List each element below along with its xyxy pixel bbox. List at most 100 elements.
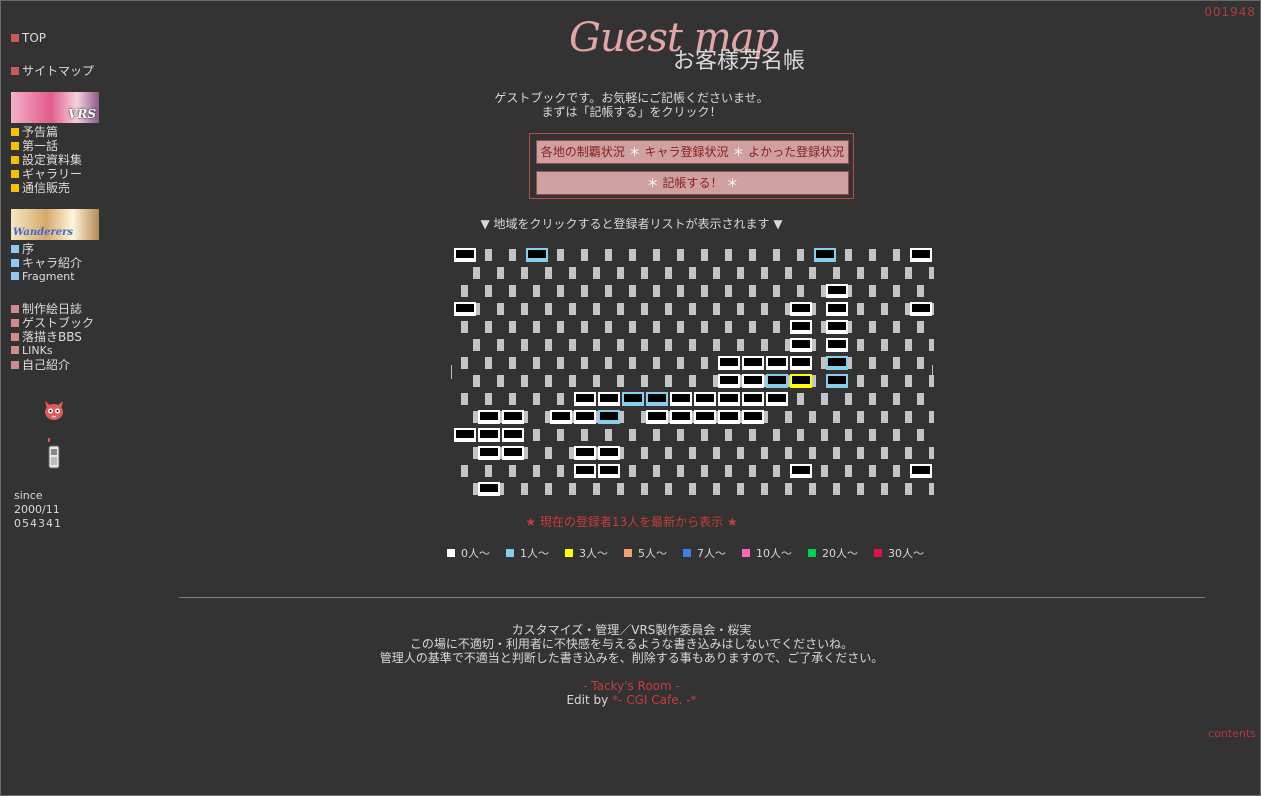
map-region-inner xyxy=(600,412,618,420)
nav-vrs-gallery[interactable]: ギャラリー xyxy=(11,167,111,181)
map-grid-cell xyxy=(809,267,816,279)
map-marker xyxy=(451,365,452,379)
nav-guestbook[interactable]: ゲストブック xyxy=(11,316,111,330)
map-grid-cell xyxy=(725,321,732,333)
contents-link[interactable]: contents xyxy=(1208,727,1256,740)
map-grid-cell xyxy=(641,339,648,351)
map-grid-cell xyxy=(833,447,840,459)
nav-top[interactable]: TOP xyxy=(11,31,111,45)
map-grid-cell xyxy=(545,447,552,459)
conquest-status-link[interactable]: 各地の制覇状況 xyxy=(541,145,625,159)
map-grid-cell xyxy=(893,465,900,477)
map-grid-cell xyxy=(533,285,540,297)
map-grid-cell xyxy=(521,267,528,279)
map-grid-cell xyxy=(653,321,660,333)
map-grid-cell xyxy=(737,447,744,459)
map-region-inner xyxy=(648,394,666,402)
character-status-link[interactable]: キャラ登録状況 xyxy=(644,145,728,159)
map-grid-cell xyxy=(749,285,756,297)
map-grid-cell xyxy=(725,429,732,441)
tackys-room-link[interactable]: - Tacky's Room - xyxy=(583,679,680,693)
map-grid-cell xyxy=(881,267,888,279)
map-grid-cell xyxy=(581,321,588,333)
map-grid-cell xyxy=(701,465,708,477)
map-grid-cell xyxy=(461,285,468,297)
map-grid-cell xyxy=(629,465,636,477)
map-grid-cell xyxy=(485,321,492,333)
legend-item: 7人〜 xyxy=(683,547,726,560)
map-grid-cell xyxy=(917,393,924,405)
map-region-inner xyxy=(912,304,930,312)
map-grid-cell xyxy=(509,465,516,477)
nav-links[interactable]: LINKs xyxy=(11,344,111,358)
map-region-inner xyxy=(720,412,738,420)
map-grid-cell xyxy=(845,393,852,405)
map-grid-cell xyxy=(665,267,672,279)
map-region-inner xyxy=(624,394,642,402)
map-grid-cell xyxy=(845,429,852,441)
map-grid-cell xyxy=(881,303,888,315)
map-grid-cell xyxy=(497,375,504,387)
map-grid-cell xyxy=(785,483,792,495)
nav-wan-fragment[interactable]: Fragment xyxy=(11,270,111,284)
bullet-icon xyxy=(11,34,19,42)
nav-diary[interactable]: 制作絵日誌 xyxy=(11,302,111,316)
legend-swatch-icon xyxy=(742,549,750,557)
map-region-inner xyxy=(792,340,810,348)
map-grid-cell xyxy=(485,249,492,261)
nav-bbs[interactable]: 落描きBBS xyxy=(11,330,111,344)
nav-vrs-shop[interactable]: 通信販売 xyxy=(11,181,111,195)
map-grid-cell xyxy=(593,303,600,315)
map-region-inner xyxy=(828,322,846,330)
map-grid-cell xyxy=(761,447,768,459)
bullet-icon xyxy=(11,305,19,313)
map-grid-cell xyxy=(737,267,744,279)
map-grid-cell xyxy=(869,285,876,297)
map-grid-cell xyxy=(557,321,564,333)
map-grid-cell xyxy=(689,303,696,315)
map-grid-cell xyxy=(773,321,780,333)
good-status-link[interactable]: よかった登録状況 xyxy=(748,145,844,159)
map-region-inner xyxy=(528,250,546,258)
bullet-icon xyxy=(11,319,19,327)
map-region-inner xyxy=(600,394,618,402)
map-region-inner xyxy=(768,376,786,384)
map-region-inner xyxy=(792,322,810,330)
map-region-inner xyxy=(720,394,738,402)
map-grid-cell xyxy=(557,429,564,441)
map-grid-cell xyxy=(749,249,756,261)
map-grid-cell xyxy=(485,465,492,477)
map-grid-cell xyxy=(557,465,564,477)
map-grid-cell xyxy=(569,303,576,315)
legend-swatch-icon xyxy=(506,549,514,557)
map-grid-cell xyxy=(881,411,888,423)
map-grid-cell xyxy=(665,447,672,459)
cat-face-icon[interactable] xyxy=(43,399,65,421)
map-grid-cell xyxy=(617,375,624,387)
nav-vrs-episode1[interactable]: 第一話 xyxy=(11,139,111,153)
cgi-cafe-link[interactable]: *- CGI Cafe. -* xyxy=(612,693,696,707)
show-all-link[interactable]: ★ 現在の登録者13人を最新から表示 ★ xyxy=(1,513,1261,530)
nav-sitemap[interactable]: サイトマップ xyxy=(11,64,111,78)
map-grid-cell xyxy=(497,267,504,279)
map-grid-cell xyxy=(569,267,576,279)
map-grid-cell xyxy=(869,465,876,477)
map-region-inner xyxy=(912,250,930,258)
map-grid-cell xyxy=(917,429,924,441)
nav-profile[interactable]: 自己紹介 xyxy=(11,358,111,372)
nav-wan-characters[interactable]: キャラ紹介 xyxy=(11,256,111,270)
nav-vrs-settings[interactable]: 設定資料集 xyxy=(11,153,111,167)
bullet-icon xyxy=(11,272,19,280)
map-grid-cell xyxy=(485,357,492,369)
map-grid-cell xyxy=(905,483,912,495)
map-grid-cell xyxy=(557,249,564,261)
map-grid-cell xyxy=(497,303,504,315)
nav-vrs-trailer[interactable]: 予告篇 xyxy=(11,125,111,139)
map-grid-cell xyxy=(509,357,516,369)
map-grid-cell xyxy=(461,465,468,477)
nav-wan-prologue[interactable]: 序 xyxy=(11,242,111,256)
map-grid-cell xyxy=(545,375,552,387)
map-region-inner xyxy=(576,448,594,456)
register-button[interactable]: ＊ 記帳する！ ＊ xyxy=(536,171,849,195)
mobile-phone-icon[interactable] xyxy=(47,438,61,470)
